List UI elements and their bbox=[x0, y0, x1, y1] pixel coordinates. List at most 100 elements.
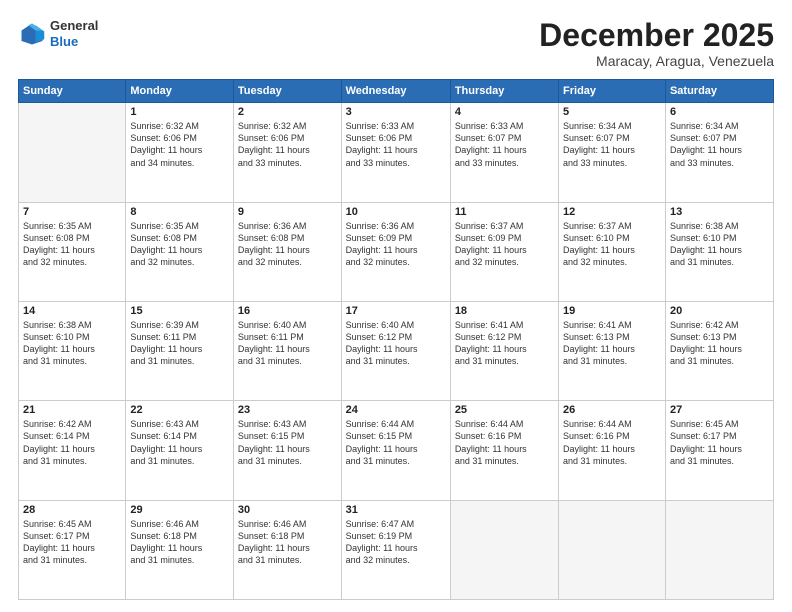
day-number: 20 bbox=[670, 305, 769, 317]
calendar-cell: 10 Sunrise: 6:36 AM Sunset: 6:09 PM Dayli… bbox=[341, 202, 450, 301]
day-info: Sunrise: 6:44 AM Sunset: 6:15 PM Dayligh… bbox=[346, 418, 446, 467]
day-info: Sunrise: 6:43 AM Sunset: 6:14 PM Dayligh… bbox=[130, 418, 229, 467]
header: General Blue December 2025 Maracay, Arag… bbox=[18, 18, 774, 69]
day-number: 9 bbox=[238, 206, 337, 218]
month-title: December 2025 bbox=[539, 18, 774, 53]
calendar-week-row: 14 Sunrise: 6:38 AM Sunset: 6:10 PM Dayli… bbox=[19, 301, 774, 400]
calendar-cell bbox=[450, 500, 558, 599]
day-number: 31 bbox=[346, 504, 446, 516]
day-number: 24 bbox=[346, 404, 446, 416]
calendar-cell: 8 Sunrise: 6:35 AM Sunset: 6:08 PM Daylig… bbox=[126, 202, 234, 301]
day-number: 5 bbox=[563, 106, 661, 118]
day-info: Sunrise: 6:34 AM Sunset: 6:07 PM Dayligh… bbox=[670, 120, 769, 169]
day-info: Sunrise: 6:42 AM Sunset: 6:13 PM Dayligh… bbox=[670, 319, 769, 368]
calendar-cell: 17Sunrise: 6:40 AM Sunset: 6:12 PM Dayli… bbox=[341, 301, 450, 400]
day-info: Sunrise: 6:34 AM Sunset: 6:07 PM Dayligh… bbox=[563, 120, 661, 169]
day-number: 3 bbox=[346, 106, 446, 118]
calendar-cell: 20 Sunrise: 6:42 AM Sunset: 6:13 PM Dayli… bbox=[665, 301, 773, 400]
day-info: Sunrise: 6:44 AM Sunset: 6:16 PM Dayligh… bbox=[563, 418, 661, 467]
weekday-header-tuesday: Tuesday bbox=[233, 80, 341, 103]
day-info: Sunrise: 6:38 AM Sunset: 6:10 PM Dayligh… bbox=[670, 220, 769, 269]
calendar-cell: 11Sunrise: 6:37 AM Sunset: 6:09 PM Dayli… bbox=[450, 202, 558, 301]
calendar-cell: 22 Sunrise: 6:43 AM Sunset: 6:14 PM Dayli… bbox=[126, 401, 234, 500]
day-info: Sunrise: 6:36 AM Sunset: 6:09 PM Dayligh… bbox=[346, 220, 446, 269]
day-number: 22 bbox=[130, 404, 229, 416]
day-number: 11 bbox=[455, 206, 554, 218]
day-number: 12 bbox=[563, 206, 661, 218]
calendar-week-row: 1 Sunrise: 6:32 AM Sunset: 6:06 PM Daylig… bbox=[19, 103, 774, 202]
calendar-cell: 26Sunrise: 6:44 AM Sunset: 6:16 PM Dayli… bbox=[559, 401, 666, 500]
day-info: Sunrise: 6:45 AM Sunset: 6:17 PM Dayligh… bbox=[670, 418, 769, 467]
day-info: Sunrise: 6:46 AM Sunset: 6:18 PM Dayligh… bbox=[130, 518, 229, 567]
calendar-cell: 14 Sunrise: 6:38 AM Sunset: 6:10 PM Dayli… bbox=[19, 301, 126, 400]
calendar-week-row: 7Sunrise: 6:35 AM Sunset: 6:08 PM Daylig… bbox=[19, 202, 774, 301]
day-info: Sunrise: 6:35 AM Sunset: 6:08 PM Dayligh… bbox=[23, 220, 121, 269]
day-number: 14 bbox=[23, 305, 121, 317]
calendar-week-row: 21Sunrise: 6:42 AM Sunset: 6:14 PM Dayli… bbox=[19, 401, 774, 500]
day-number: 29 bbox=[130, 504, 229, 516]
day-info: Sunrise: 6:36 AM Sunset: 6:08 PM Dayligh… bbox=[238, 220, 337, 269]
title-block: December 2025 Maracay, Aragua, Venezuela bbox=[539, 18, 774, 69]
day-number: 13 bbox=[670, 206, 769, 218]
day-info: Sunrise: 6:33 AM Sunset: 6:07 PM Dayligh… bbox=[455, 120, 554, 169]
calendar-cell: 4 Sunrise: 6:33 AM Sunset: 6:07 PM Daylig… bbox=[450, 103, 558, 202]
day-info: Sunrise: 6:35 AM Sunset: 6:08 PM Dayligh… bbox=[130, 220, 229, 269]
day-number: 18 bbox=[455, 305, 554, 317]
calendar-cell: 7Sunrise: 6:35 AM Sunset: 6:08 PM Daylig… bbox=[19, 202, 126, 301]
day-info: Sunrise: 6:38 AM Sunset: 6:10 PM Dayligh… bbox=[23, 319, 121, 368]
day-number: 8 bbox=[130, 206, 229, 218]
weekday-header-sunday: Sunday bbox=[19, 80, 126, 103]
day-number: 10 bbox=[346, 206, 446, 218]
page: General Blue December 2025 Maracay, Arag… bbox=[0, 0, 792, 612]
calendar-table: SundayMondayTuesdayWednesdayThursdayFrid… bbox=[18, 79, 774, 600]
calendar-cell: 19Sunrise: 6:41 AM Sunset: 6:13 PM Dayli… bbox=[559, 301, 666, 400]
calendar-cell: 1 Sunrise: 6:32 AM Sunset: 6:06 PM Daylig… bbox=[126, 103, 234, 202]
day-info: Sunrise: 6:39 AM Sunset: 6:11 PM Dayligh… bbox=[130, 319, 229, 368]
calendar-cell: 21Sunrise: 6:42 AM Sunset: 6:14 PM Dayli… bbox=[19, 401, 126, 500]
calendar-cell: 28Sunrise: 6:45 AM Sunset: 6:17 PM Dayli… bbox=[19, 500, 126, 599]
day-number: 19 bbox=[563, 305, 661, 317]
day-info: Sunrise: 6:47 AM Sunset: 6:19 PM Dayligh… bbox=[346, 518, 446, 567]
day-number: 27 bbox=[670, 404, 769, 416]
calendar-cell: 29 Sunrise: 6:46 AM Sunset: 6:18 PM Dayli… bbox=[126, 500, 234, 599]
logo-line1: General bbox=[50, 18, 98, 34]
calendar-cell bbox=[19, 103, 126, 202]
calendar-cell: 5 Sunrise: 6:34 AM Sunset: 6:07 PM Daylig… bbox=[559, 103, 666, 202]
day-info: Sunrise: 6:40 AM Sunset: 6:11 PM Dayligh… bbox=[238, 319, 337, 368]
day-info: Sunrise: 6:42 AM Sunset: 6:14 PM Dayligh… bbox=[23, 418, 121, 467]
day-number: 17 bbox=[346, 305, 446, 317]
day-info: Sunrise: 6:44 AM Sunset: 6:16 PM Dayligh… bbox=[455, 418, 554, 467]
day-number: 4 bbox=[455, 106, 554, 118]
calendar-cell: 27 Sunrise: 6:45 AM Sunset: 6:17 PM Dayli… bbox=[665, 401, 773, 500]
day-info: Sunrise: 6:43 AM Sunset: 6:15 PM Dayligh… bbox=[238, 418, 337, 467]
day-info: Sunrise: 6:32 AM Sunset: 6:06 PM Dayligh… bbox=[130, 120, 229, 169]
calendar-cell: 3 Sunrise: 6:33 AM Sunset: 6:06 PM Daylig… bbox=[341, 103, 450, 202]
calendar-week-row: 28Sunrise: 6:45 AM Sunset: 6:17 PM Dayli… bbox=[19, 500, 774, 599]
weekday-header-saturday: Saturday bbox=[665, 80, 773, 103]
logo-icon bbox=[18, 20, 46, 48]
calendar-body: 1 Sunrise: 6:32 AM Sunset: 6:06 PM Daylig… bbox=[19, 103, 774, 600]
day-number: 25 bbox=[455, 404, 554, 416]
day-number: 6 bbox=[670, 106, 769, 118]
day-info: Sunrise: 6:33 AM Sunset: 6:06 PM Dayligh… bbox=[346, 120, 446, 169]
calendar-cell: 23 Sunrise: 6:43 AM Sunset: 6:15 PM Dayli… bbox=[233, 401, 341, 500]
calendar-cell: 2Sunrise: 6:32 AM Sunset: 6:06 PM Daylig… bbox=[233, 103, 341, 202]
calendar-cell: 6 Sunrise: 6:34 AM Sunset: 6:07 PM Daylig… bbox=[665, 103, 773, 202]
day-number: 1 bbox=[130, 106, 229, 118]
weekday-header-thursday: Thursday bbox=[450, 80, 558, 103]
calendar-cell: 9 Sunrise: 6:36 AM Sunset: 6:08 PM Daylig… bbox=[233, 202, 341, 301]
location-subtitle: Maracay, Aragua, Venezuela bbox=[539, 53, 774, 69]
calendar-cell: 15Sunrise: 6:39 AM Sunset: 6:11 PM Dayli… bbox=[126, 301, 234, 400]
weekday-header-friday: Friday bbox=[559, 80, 666, 103]
day-number: 30 bbox=[238, 504, 337, 516]
day-number: 16 bbox=[238, 305, 337, 317]
calendar-header: SundayMondayTuesdayWednesdayThursdayFrid… bbox=[19, 80, 774, 103]
calendar-cell: 13 Sunrise: 6:38 AM Sunset: 6:10 PM Dayli… bbox=[665, 202, 773, 301]
day-info: Sunrise: 6:37 AM Sunset: 6:10 PM Dayligh… bbox=[563, 220, 661, 269]
day-info: Sunrise: 6:45 AM Sunset: 6:17 PM Dayligh… bbox=[23, 518, 121, 567]
day-number: 23 bbox=[238, 404, 337, 416]
logo: General Blue bbox=[18, 18, 98, 49]
calendar-cell: 16 Sunrise: 6:40 AM Sunset: 6:11 PM Dayli… bbox=[233, 301, 341, 400]
logo-line2: Blue bbox=[50, 34, 98, 50]
calendar-cell bbox=[665, 500, 773, 599]
